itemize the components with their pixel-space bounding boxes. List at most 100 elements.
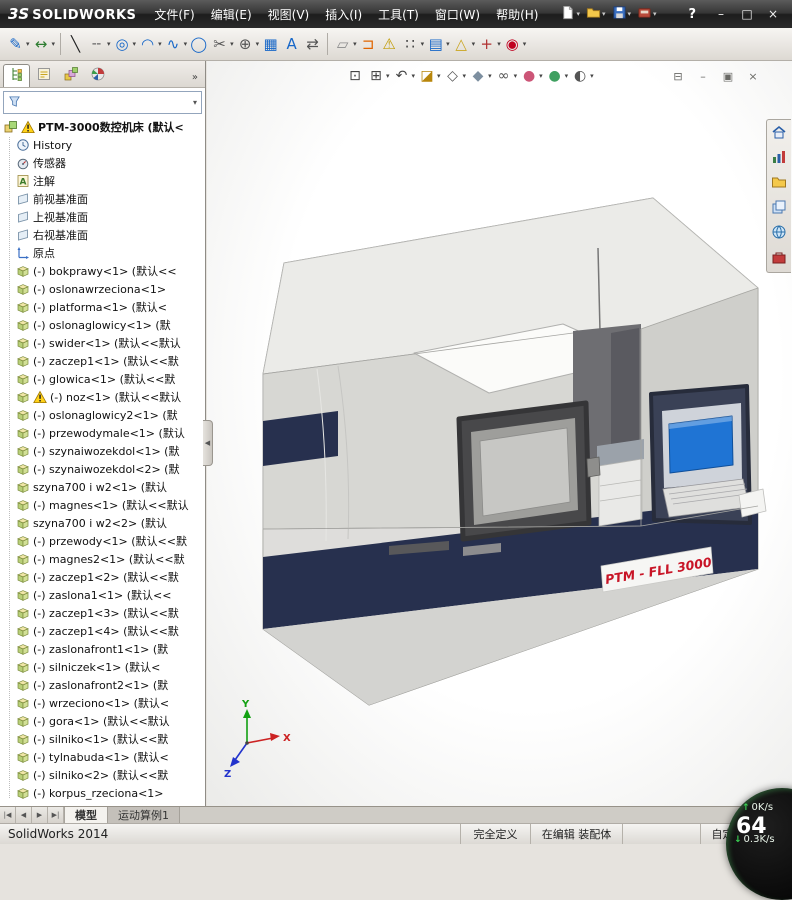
dropdown-caret[interactable]: ▾ [472, 40, 476, 48]
dropdown-caret[interactable]: ▾ [514, 72, 518, 80]
menu-窗口[interactable]: 窗口(W) [427, 2, 488, 27]
dropdown-caret[interactable]: ▾ [590, 72, 594, 80]
view-settings-button[interactable]: ◐ ▾ [570, 66, 595, 86]
dropdown-caret[interactable]: ▾ [628, 10, 632, 18]
graphics-viewport[interactable]: PTM - FLL 3000 X Y Z ⊡ ⊞ ▾ ↶ ▾ ◪ ▾ ◇ ▾ ◆ ▾ ∞ ▾ ● ▾ ● ▾ ◐ ▾… [207, 61, 792, 806]
home-button[interactable] [769, 123, 790, 144]
circle-button[interactable]: ◎ ▾ [112, 33, 138, 56]
tree-filter-input[interactable] [24, 92, 190, 113]
pattern-button[interactable]: ∷ ▾ [400, 33, 426, 56]
tree-item[interactable]: (-) zaslonafront1<1> (默 [2, 640, 205, 658]
stats-button[interactable] [769, 148, 790, 169]
tree-item[interactable]: 前视基准面 [2, 190, 205, 208]
tree-item[interactable]: (-) zaczep1<4> (默认<<默 [2, 622, 205, 640]
tree-item[interactable]: (-) silniko<2> (默认<<默 [2, 766, 205, 784]
previous-view-button[interactable]: ↶ ▾ [392, 66, 417, 86]
tree-item[interactable]: (-) zaczep1<1> (默认<<默 [2, 352, 205, 370]
configurationmanager-tab[interactable] [57, 64, 84, 87]
tree-item[interactable]: 右视基准面 [2, 226, 205, 244]
hatch-button[interactable]: ▦ [260, 33, 281, 56]
tree-item[interactable]: (-) tylnabuda<1> (默认< [2, 748, 205, 766]
tree-item[interactable]: (-) zaslonafront2<1> (默 [2, 676, 205, 694]
dropdown-caret[interactable]: ▾ [52, 40, 56, 48]
dropdown-caret[interactable]: ▾ [602, 10, 606, 18]
mirror-button[interactable]: ⇄ [302, 33, 323, 56]
tree-item[interactable]: (-) magnes2<1> (默认<<默 [2, 550, 205, 568]
tree-item[interactable]: (-) przewody<1> (默认<<默 [2, 532, 205, 550]
view-orientation-button[interactable]: ◇ ▾ [443, 66, 468, 86]
tree-item[interactable]: (-) oslonawrzeciona<1> [2, 280, 205, 298]
next-tab-button[interactable]: ▶ [32, 807, 48, 823]
tree-item[interactable]: PTM-3000数控机床 (默认< [2, 118, 205, 136]
display-style-button[interactable]: ◆ ▾ [468, 66, 493, 86]
help-button[interactable]: ? [676, 7, 708, 22]
dropdown-caret[interactable]: ▾ [437, 72, 441, 80]
dropdown-caret[interactable]: ▾ [353, 40, 357, 48]
menu-文件[interactable]: 文件(F) [146, 2, 202, 27]
minimize-doc-icon[interactable]: – [694, 68, 712, 84]
dropdown-caret[interactable]: ▾ [386, 72, 390, 80]
maximize-button[interactable]: □ [734, 4, 760, 24]
tab-模型[interactable]: 模型 [65, 807, 108, 823]
tree-item[interactable]: (-) platforma<1> (默认< [2, 298, 205, 316]
tree-item[interactable]: (-) swider<1> (默认<<默认 [2, 334, 205, 352]
close-button[interactable]: × [760, 4, 786, 24]
dropdown-caret[interactable]: ▾ [488, 72, 492, 80]
dropdown-caret[interactable]: ▾ [158, 40, 162, 48]
menu-帮助[interactable]: 帮助(H) [488, 2, 546, 27]
tree-item[interactable]: (-) glowica<1> (默认<<默 [2, 370, 205, 388]
dropdown-caret[interactable]: ▾ [421, 40, 425, 48]
dropdown-caret[interactable]: ▾ [256, 40, 260, 48]
panel-tabs-overflow[interactable]: » [192, 72, 202, 87]
split-pane-icon[interactable]: ⊟ [669, 68, 687, 84]
last-tab-button[interactable]: ▶| [48, 807, 64, 823]
tree-item[interactable]: History [2, 136, 205, 154]
propertymanager-tab[interactable] [30, 64, 57, 87]
tab-运动算例1[interactable]: 运动算例1 [108, 807, 180, 823]
tree-item[interactable]: (-) zaslona1<1> (默认<< [2, 586, 205, 604]
point-button[interactable]: ⊕ ▾ [235, 33, 261, 56]
dropdown-caret[interactable]: ▾ [107, 40, 111, 48]
dropdown-caret[interactable]: ▾ [412, 72, 416, 80]
section-view-button[interactable]: ◪ ▾ [417, 66, 442, 86]
close-doc-icon[interactable]: × [744, 68, 762, 84]
trim-button[interactable]: ✂ ▾ [209, 33, 235, 56]
tree-item[interactable]: 原点 [2, 244, 205, 262]
tasks-button[interactable] [769, 198, 790, 219]
dropdown-caret[interactable]: ▾ [463, 72, 467, 80]
tree-item[interactable]: (-) gora<1> (默认<<默认 [2, 712, 205, 730]
menu-视图[interactable]: 视图(V) [260, 2, 318, 27]
tree-item[interactable]: szyna700 i w2<1> (默认 [2, 478, 205, 496]
ellipse-button[interactable]: ◯ [188, 33, 209, 56]
tree-item[interactable]: 传感器 [2, 154, 205, 172]
dropdown-caret[interactable]: ▾ [539, 72, 543, 80]
tree-item[interactable]: A 注解 [2, 172, 205, 190]
dropdown-caret[interactable]: ▾ [446, 40, 450, 48]
dropdown-caret[interactable]: ▾ [565, 72, 569, 80]
first-tab-button[interactable]: |◀ [0, 807, 16, 823]
dropdown-caret[interactable]: ▾ [497, 40, 501, 48]
tree-item[interactable]: (-) szynaiwozekdol<1> (默 [2, 442, 205, 460]
spline-button[interactable]: ∿ ▾ [163, 33, 189, 56]
dropdown-caret[interactable]: ▾ [230, 40, 234, 48]
dropdown-caret[interactable]: ▾ [133, 40, 137, 48]
tree-item[interactable]: (-) zaczep1<3> (默认<<默 [2, 604, 205, 622]
tree-item[interactable]: (-) oslonaglowicy2<1> (默 [2, 406, 205, 424]
tree-item[interactable]: (-) zaczep1<2> (默认<<默 [2, 568, 205, 586]
text-button[interactable]: A [281, 33, 302, 56]
open-button[interactable]: ▾ [584, 4, 608, 25]
grid-button[interactable]: ▤ ▾ [425, 33, 451, 56]
save-button[interactable]: ▾ [610, 4, 634, 25]
edit-appearance-button[interactable]: ● ▾ [519, 66, 544, 86]
restore-doc-icon[interactable]: ▣ [719, 68, 737, 84]
displaymanager-tab[interactable] [84, 64, 111, 87]
tree-item[interactable]: (-) szynaiwozekdol<2> (默 [2, 460, 205, 478]
tree-item[interactable]: (-) noz<1> (默认<<默认 [2, 388, 205, 406]
zoom-area-button[interactable]: ⊞ ▾ [366, 66, 391, 86]
tree-item[interactable]: (-) magnes<1> (默认<<默认 [2, 496, 205, 514]
prev-tab-button[interactable]: ◀ [16, 807, 32, 823]
tree-item[interactable]: szyna700 i w2<2> (默认 [2, 514, 205, 532]
dropdown-caret[interactable]: ▾ [576, 10, 580, 18]
dropdown-caret[interactable]: ▾ [653, 10, 657, 18]
record-button[interactable]: ◉ ▾ [502, 33, 528, 56]
